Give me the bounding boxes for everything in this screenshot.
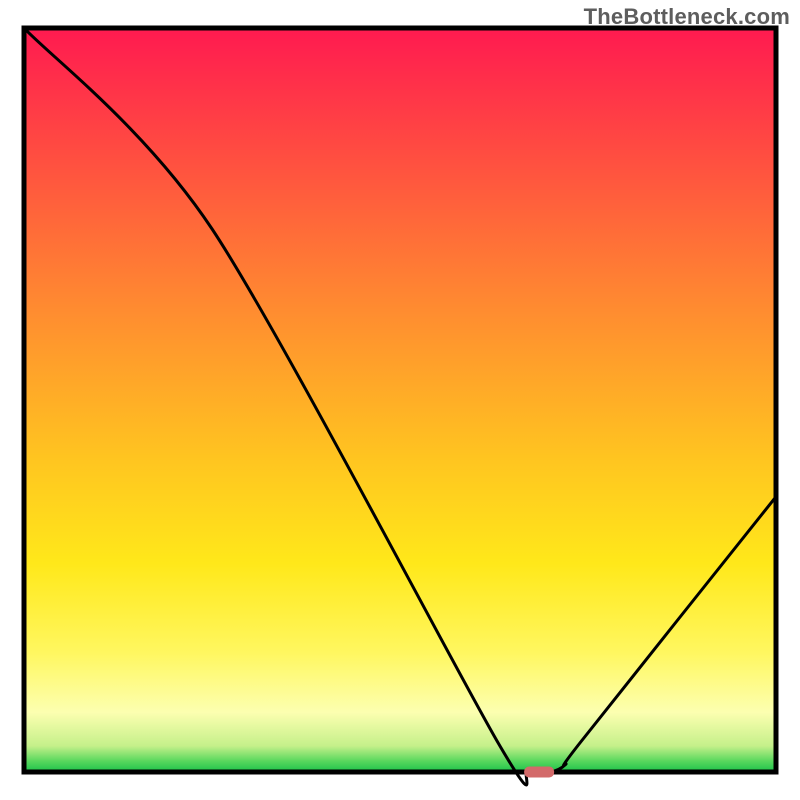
plot-background [24,28,776,772]
chart-container: { "watermark": "TheBottleneck.com", "cha… [0,0,800,800]
bottleneck-chart [0,0,800,800]
optimal-marker [524,767,554,778]
